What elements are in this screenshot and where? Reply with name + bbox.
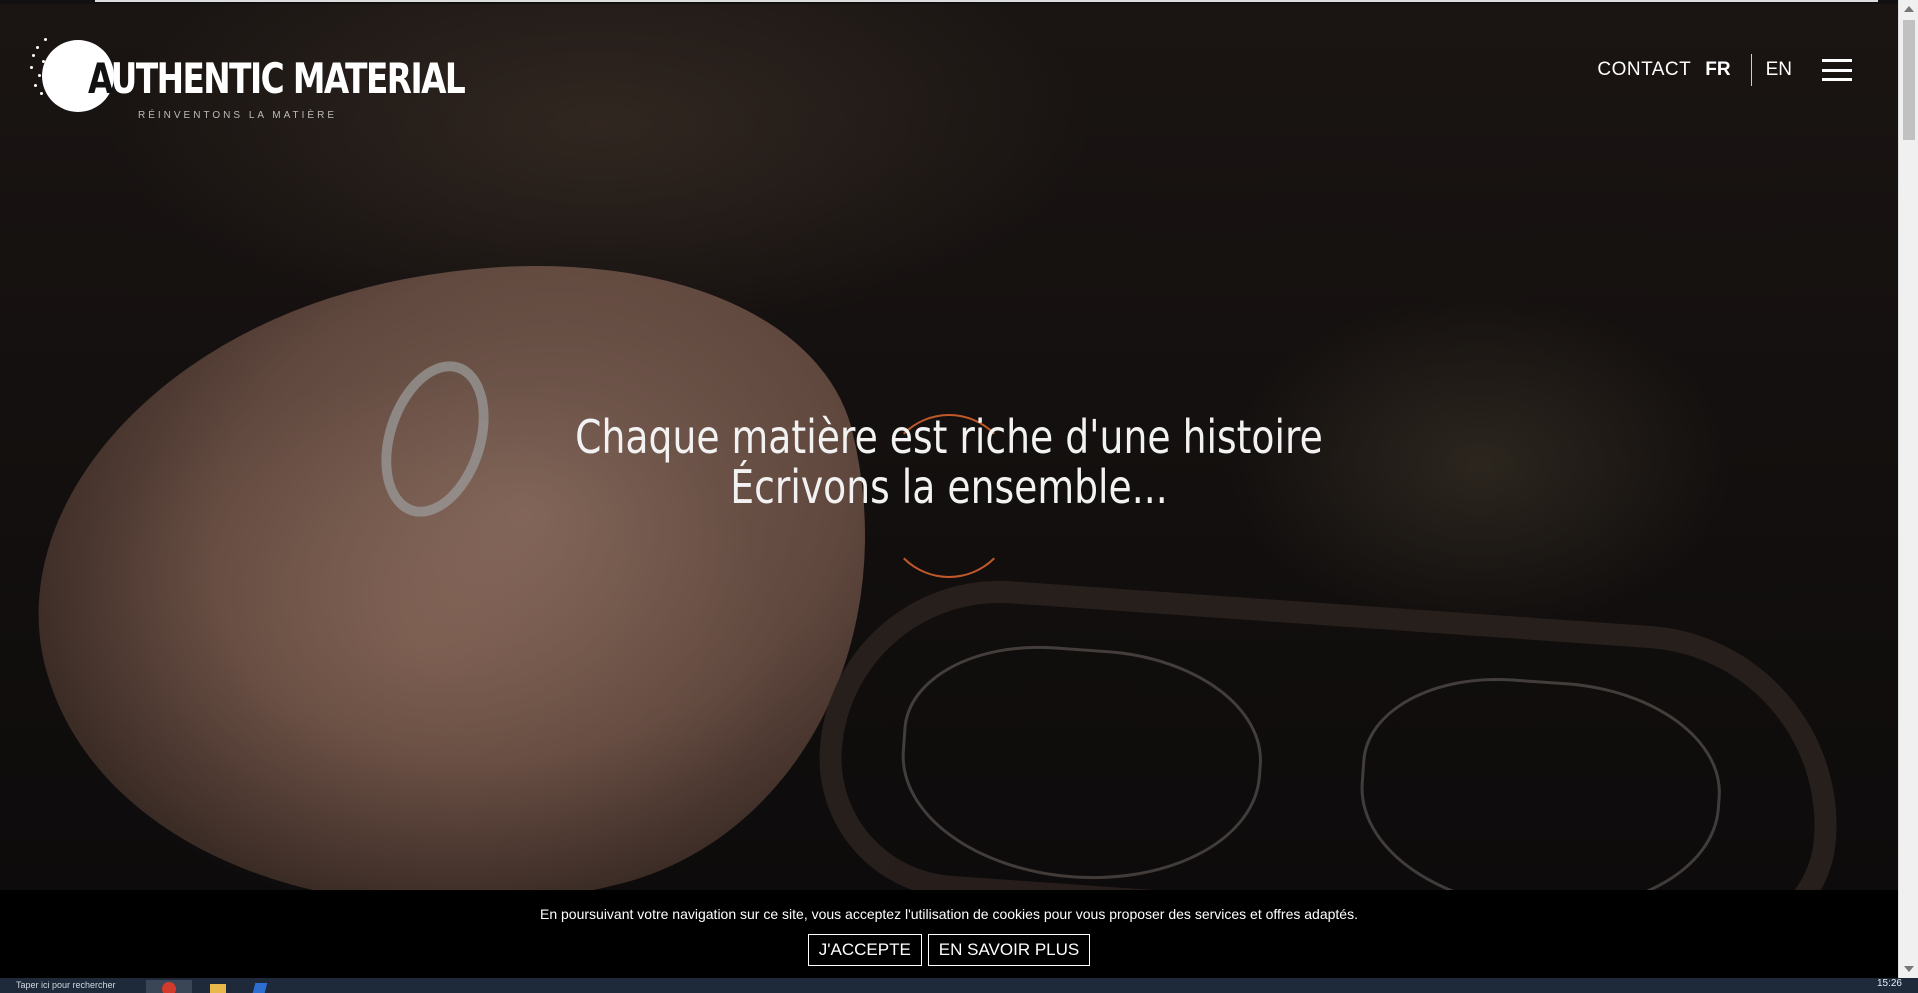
lang-fr-link[interactable]: FR: [1705, 59, 1730, 81]
logo-wordmark: AUTHENTIC MATERIAL: [88, 54, 466, 103]
cookie-banner: En poursuivant votre navigation sur ce s…: [0, 890, 1898, 978]
taskbar-search[interactable]: Taper ici pour rechercher: [16, 980, 126, 993]
headline-line-1: Chaque matière est riche d'une histoire: [575, 410, 1323, 464]
scroll-thumb[interactable]: [1903, 20, 1915, 140]
headline-line-2: Écrivons la ensemble...: [730, 460, 1168, 514]
logo-name-rest: UTHENTIC MATERIAL: [110, 54, 466, 103]
cookie-buttons: J'ACCEPTE EN SAVOIR PLUS: [0, 934, 1898, 966]
hero-headline: Chaque matière est riche d'une histoire …: [171, 412, 1727, 512]
top-nav: CONTACT FR EN: [1597, 54, 1852, 86]
logo-tagline: RÉINVENTONS LA MATIÈRE: [138, 110, 337, 121]
taskbar-clock: 15:26: [1876, 978, 1902, 989]
os-taskbar: Taper ici pour rechercher 15:26: [0, 978, 1918, 993]
lang-en-link[interactable]: EN: [1766, 59, 1792, 81]
chrome-icon[interactable]: [146, 980, 192, 993]
hero-hand-shape: [0, 181, 945, 890]
app-icon[interactable]: [250, 980, 272, 993]
scroll-down-arrow-icon[interactable]: [1904, 966, 1914, 972]
cookie-message: En poursuivant votre navigation sur ce s…: [540, 906, 1358, 922]
logo-letter-a: A: [88, 54, 112, 103]
hamburger-menu-icon[interactable]: [1822, 59, 1852, 81]
hero-left-lens: [893, 636, 1270, 890]
scroll-up-arrow-icon[interactable]: [1904, 6, 1914, 12]
hero-glasses-shape: [810, 568, 1850, 890]
top-divider: [95, 0, 1878, 2]
site-logo[interactable]: AUTHENTIC MATERIAL RÉINVENTONS LA MATIÈR…: [30, 28, 466, 124]
contact-link[interactable]: CONTACT: [1597, 59, 1691, 81]
cookie-learn-more-button[interactable]: EN SAVOIR PLUS: [927, 934, 1091, 966]
hero-right-lens: [1352, 668, 1728, 890]
page-scrollbar[interactable]: [1898, 0, 1918, 978]
folder-icon[interactable]: [206, 980, 230, 993]
cookie-accept-button[interactable]: J'ACCEPTE: [807, 934, 922, 966]
lang-separator: [1750, 54, 1752, 86]
hero-video-background: AUTHENTIC MATERIAL RÉINVENTONS LA MATIÈR…: [0, 4, 1898, 890]
